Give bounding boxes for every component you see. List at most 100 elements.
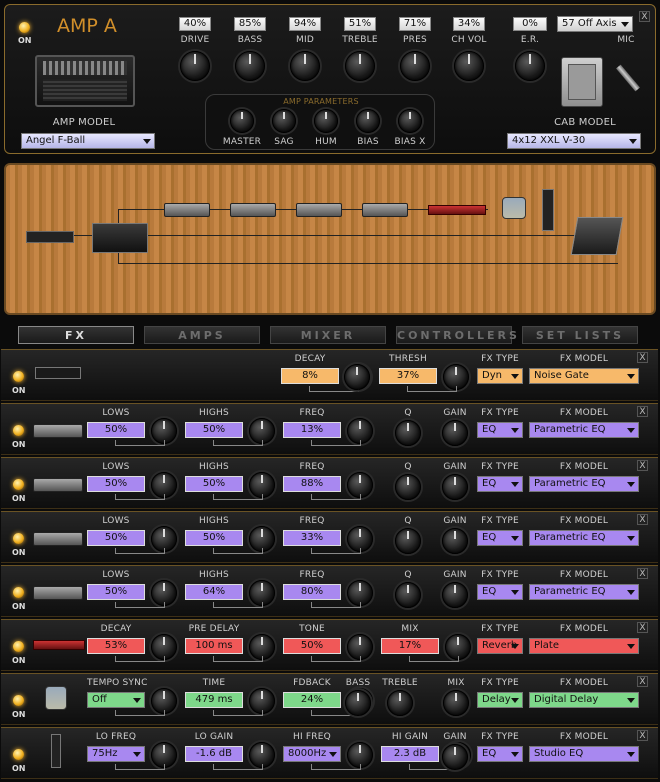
- fx-param-value[interactable]: 33%: [283, 530, 341, 546]
- amp-sub-knob[interactable]: [230, 109, 254, 133]
- gain-knob[interactable]: [442, 474, 468, 500]
- close-icon[interactable]: X: [637, 676, 648, 687]
- tab-amps[interactable]: AMPS: [144, 326, 260, 344]
- fx-param-value[interactable]: 2.3 dB: [381, 746, 439, 762]
- close-icon[interactable]: X: [637, 406, 648, 417]
- close-icon[interactable]: X: [637, 622, 648, 633]
- mic-select[interactable]: 57 Off Axis: [557, 16, 633, 32]
- close-icon[interactable]: X: [637, 568, 648, 579]
- eq-unit-icon[interactable]: [362, 203, 408, 217]
- er-knob[interactable]: [515, 51, 545, 81]
- mixer-unit-icon[interactable]: [570, 217, 624, 255]
- q-knob[interactable]: [395, 474, 421, 500]
- amp-param-value[interactable]: 94%: [289, 17, 321, 31]
- q-knob[interactable]: [395, 420, 421, 446]
- close-icon[interactable]: X: [637, 730, 648, 741]
- eq-unit-icon[interactable]: [296, 203, 342, 217]
- fx-param-select[interactable]: 75Hz: [87, 746, 145, 762]
- studio-eq-unit-icon[interactable]: [542, 189, 554, 231]
- fx-param-value[interactable]: 479 ms: [185, 692, 243, 708]
- fx-model-select[interactable]: Parametric EQ: [529, 584, 639, 600]
- fx-type-select[interactable]: EQ: [477, 746, 523, 762]
- fx-model-select[interactable]: Parametric EQ: [529, 476, 639, 492]
- fx-param-value[interactable]: 50%: [87, 584, 145, 600]
- fx-param-value[interactable]: 50%: [283, 638, 341, 654]
- fx-param-value[interactable]: 100 ms: [185, 638, 243, 654]
- amp-model-select[interactable]: Angel F-Ball: [21, 133, 155, 149]
- er-value[interactable]: 0%: [513, 17, 547, 31]
- close-icon[interactable]: X: [637, 514, 648, 525]
- amp-param-value[interactable]: 51%: [344, 17, 376, 31]
- eq-unit-icon[interactable]: [164, 203, 210, 217]
- fx-power-led[interactable]: [13, 479, 24, 490]
- fx-param-value[interactable]: 8%: [281, 368, 339, 384]
- q-knob[interactable]: [395, 582, 421, 608]
- amp-sub-knob[interactable]: [272, 109, 296, 133]
- fx-param-value[interactable]: 24%: [283, 692, 341, 708]
- fx-power-led[interactable]: [13, 587, 24, 598]
- amp-param-knob[interactable]: [180, 51, 210, 81]
- fx-type-select[interactable]: EQ: [477, 530, 523, 546]
- fx-extra-knob[interactable]: [387, 690, 413, 716]
- tab-fx[interactable]: FX: [18, 326, 134, 344]
- tab-controllers[interactable]: CONTROLLERS: [396, 326, 517, 344]
- fx-power-led[interactable]: [13, 371, 24, 382]
- fx-param-select[interactable]: 8000Hz: [283, 746, 341, 762]
- fx-param-value[interactable]: 64%: [185, 584, 243, 600]
- fx-type-select[interactable]: EQ: [477, 422, 523, 438]
- fx-power-led[interactable]: [13, 533, 24, 544]
- amp-unit-icon[interactable]: [92, 223, 148, 253]
- fx-param-value[interactable]: 50%: [87, 530, 145, 546]
- amp-param-knob[interactable]: [454, 51, 484, 81]
- amp-param-value[interactable]: 34%: [453, 17, 485, 31]
- fx-param-value[interactable]: -1.6 dB: [185, 746, 243, 762]
- fx-param-value[interactable]: 50%: [185, 476, 243, 492]
- fx-power-led[interactable]: [13, 425, 24, 436]
- fx-param-value[interactable]: 17%: [381, 638, 439, 654]
- amp-param-value[interactable]: 85%: [234, 17, 266, 31]
- fx-model-select[interactable]: Noise Gate: [529, 368, 639, 384]
- fx-power-led[interactable]: [13, 695, 24, 706]
- fx-model-select[interactable]: Plate: [529, 638, 639, 654]
- fx-param-value[interactable]: 50%: [87, 476, 145, 492]
- fx-param-value[interactable]: 80%: [283, 584, 341, 600]
- fx-power-led[interactable]: [13, 641, 24, 652]
- fx-param-value[interactable]: 37%: [379, 368, 437, 384]
- amp-param-knob[interactable]: [290, 51, 320, 81]
- fx-type-select[interactable]: Delay: [477, 692, 523, 708]
- gain-knob[interactable]: [442, 744, 468, 770]
- amp-param-value[interactable]: 40%: [179, 17, 211, 31]
- gain-knob[interactable]: [442, 420, 468, 446]
- amp-sub-knob[interactable]: [356, 109, 380, 133]
- amp-param-knob[interactable]: [235, 51, 265, 81]
- amp-param-value[interactable]: 71%: [399, 17, 431, 31]
- fx-param-value[interactable]: 53%: [87, 638, 145, 654]
- fx-extra-knob[interactable]: [443, 690, 469, 716]
- fx-model-select[interactable]: Parametric EQ: [529, 530, 639, 546]
- fx-param-select[interactable]: Off: [87, 692, 145, 708]
- tab-mixer[interactable]: MIXER: [270, 326, 386, 344]
- amp-sub-knob[interactable]: [314, 109, 338, 133]
- fx-model-select[interactable]: Parametric EQ: [529, 422, 639, 438]
- fx-power-led[interactable]: [13, 749, 24, 760]
- delay-pedal-icon[interactable]: [502, 197, 526, 219]
- fx-type-select[interactable]: Reverb: [477, 638, 523, 654]
- amp-param-knob[interactable]: [345, 51, 375, 81]
- eq-unit-icon[interactable]: [230, 203, 276, 217]
- amp-sub-knob[interactable]: [398, 109, 422, 133]
- cab-model-select[interactable]: 4x12 XXL V-30: [507, 133, 641, 149]
- close-icon[interactable]: X: [637, 460, 648, 471]
- close-icon[interactable]: X: [637, 352, 648, 363]
- fx-param-value[interactable]: 50%: [185, 422, 243, 438]
- fx-model-select[interactable]: Digital Delay: [529, 692, 639, 708]
- input-unit-icon[interactable]: [26, 231, 74, 243]
- amp-close-button[interactable]: X: [639, 11, 650, 22]
- amp-param-knob[interactable]: [400, 51, 430, 81]
- amp-power-led[interactable]: [19, 22, 30, 33]
- fx-param-value[interactable]: 50%: [185, 530, 243, 546]
- fx-extra-knob[interactable]: [345, 690, 371, 716]
- tab-set-lists[interactable]: SET LISTS: [522, 326, 638, 344]
- fx-param-value[interactable]: 50%: [87, 422, 145, 438]
- fx-type-select[interactable]: Dyn: [477, 368, 523, 384]
- fx-param-knob[interactable]: [344, 364, 370, 390]
